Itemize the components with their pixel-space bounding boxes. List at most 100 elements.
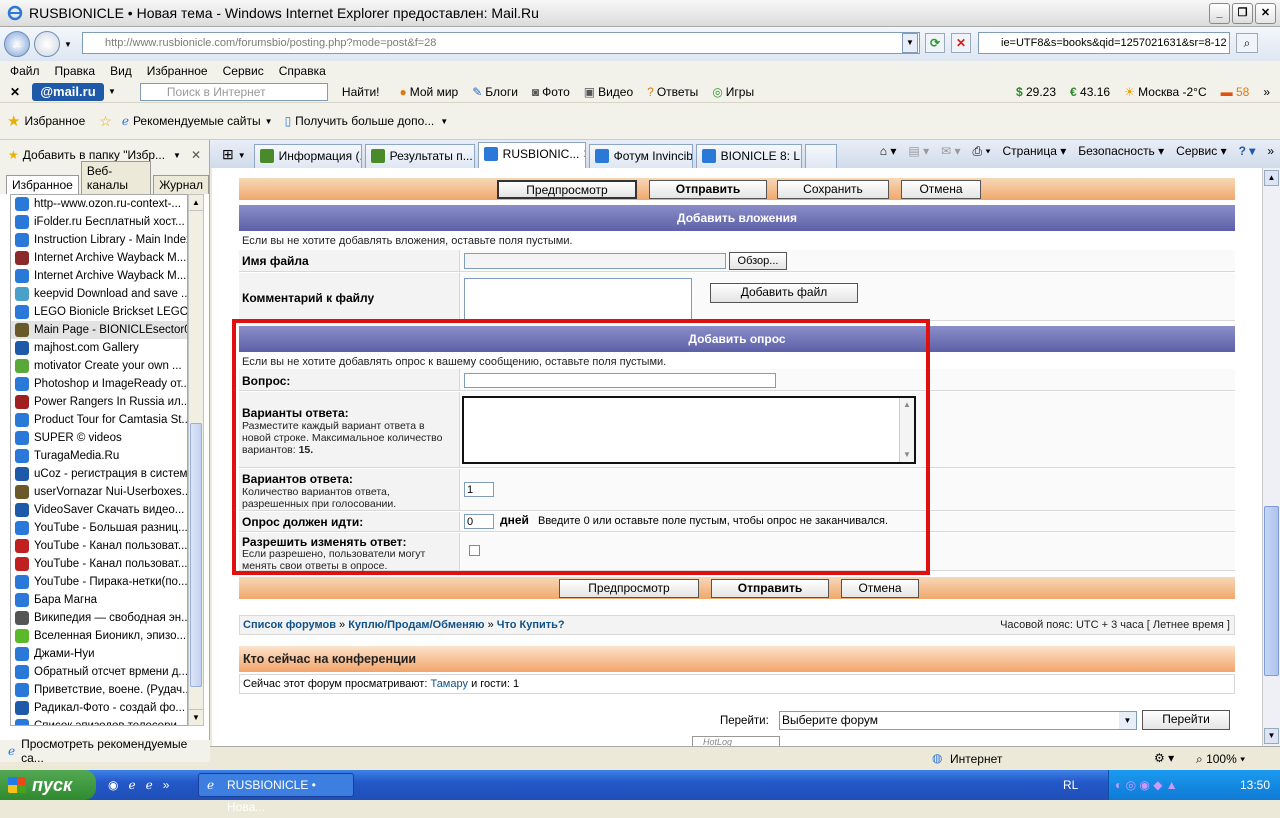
favorite-item[interactable]: Photoshop и ImageReady от... <box>11 375 187 393</box>
back-button[interactable]: ← <box>4 31 30 57</box>
breadcrumb-category[interactable]: Куплю/Продам/Обменяю <box>348 619 484 631</box>
suggested-dropdown-icon[interactable]: ▼ <box>265 117 273 126</box>
menu-favorites[interactable]: Избранное <box>147 64 208 78</box>
preview-button[interactable]: Предпросмотр <box>497 180 637 199</box>
quicklaunch-more-icon[interactable]: » <box>163 778 170 792</box>
mail-icon[interactable]: ✉ ▾ <box>941 144 960 159</box>
rss-icon[interactable]: ▤ ▾ <box>908 144 929 159</box>
favorite-item[interactable]: Instruction Library - Main Index <box>11 231 187 249</box>
print-icon[interactable]: ⎙ ▾ <box>973 144 991 159</box>
zoom-level[interactable]: ⌕ 100% ▾ <box>1196 752 1245 767</box>
favorite-item[interactable]: Джами-Нуи <box>11 645 187 663</box>
favorite-item[interactable]: majhost.com Gallery <box>11 339 187 357</box>
ie-quicklaunch-icon[interactable]: ℯ <box>128 778 135 792</box>
favorite-item[interactable]: Приветствие, воене. (Рудач... <box>11 681 187 699</box>
ie-quicklaunch-icon-2[interactable]: ℯ <box>146 778 153 792</box>
sidebar-tab-favorites[interactable]: Избранное <box>6 175 79 194</box>
get-addons-link[interactable]: Получить больше допо... <box>295 114 434 128</box>
stop-icon[interactable]: ✕ <box>951 33 971 53</box>
favorite-item[interactable]: Список эпизодов телесери... <box>11 717 187 725</box>
tray-icons[interactable]: ◐ ◎ ◉ ◆ ▲ <box>1115 770 1178 800</box>
favorite-item[interactable]: YouTube - Пирака-нетки(по... <box>11 573 187 591</box>
address-dropdown-icon[interactable]: ▼ <box>902 33 918 53</box>
new-tab-button[interactable] <box>804 144 837 168</box>
menu-edit[interactable]: Правка <box>55 64 96 78</box>
tab-fotum[interactable]: Фотум Invincib... <box>588 144 693 168</box>
search-input[interactable]: ie=UTF8&s=books&qid=1257021631&sr=8-12 <box>978 32 1230 54</box>
favorite-item[interactable]: YouTube - Большая разниц... <box>11 519 187 537</box>
sidebar-close-icon[interactable]: ✕ <box>191 148 201 162</box>
photo-link[interactable]: ◙ Фото <box>532 85 570 99</box>
menu-tools[interactable]: Сервис <box>223 64 264 78</box>
sidebar-tab-feeds[interactable]: Веб-каналы <box>80 161 152 194</box>
forward-button[interactable]: → <box>34 31 60 57</box>
page-scrollbar[interactable]: ▲ ▼ <box>1262 168 1280 746</box>
tab-list-dropdown-icon[interactable]: ▼ <box>238 151 246 160</box>
addons-dropdown-icon[interactable]: ▼ <box>440 117 448 126</box>
favorite-item[interactable]: Радикал-Фото - создай фо... <box>11 699 187 717</box>
favorite-item[interactable]: Википедия — свободная эн... <box>11 609 187 627</box>
add-favorite-icon[interactable]: ☆ <box>99 113 112 130</box>
tools-menu[interactable]: Сервис ▾ <box>1176 144 1226 159</box>
jump-button[interactable]: Перейти <box>1142 710 1230 730</box>
media-player-icon[interactable]: ◉ <box>108 778 118 792</box>
submit-button-bottom[interactable]: Отправить <box>711 579 829 598</box>
toolbar-close-icon[interactable]: ✕ <box>10 85 20 99</box>
maximize-button[interactable]: ❐ <box>1232 3 1253 24</box>
favorite-item[interactable]: VideoSaver Скачать видео... <box>11 501 187 519</box>
favorite-item[interactable]: motivator Create your own ... <box>11 357 187 375</box>
favorite-item[interactable]: Бара Магна <box>11 591 187 609</box>
refresh-icon[interactable]: ⟳ <box>925 33 945 53</box>
breadcrumb-forum-list[interactable]: Список форумов <box>243 619 336 631</box>
page-menu[interactable]: Страница ▾ <box>1003 144 1067 159</box>
weather[interactable]: ☀ Москва -2°C <box>1124 85 1207 99</box>
favorite-item[interactable]: http--www.ozon.ru-context-... <box>11 195 187 213</box>
home-icon[interactable]: ⌂ ▾ <box>880 144 897 159</box>
sidebar-scrollbar[interactable]: ▲ ▼ <box>188 194 204 726</box>
add-to-folder-button[interactable]: Добавить в папку "Избр... <box>23 148 165 162</box>
tab-info[interactable]: Информация (... <box>253 144 362 168</box>
history-dropdown-icon[interactable]: ▼ <box>64 40 72 49</box>
protected-mode-icon[interactable]: ⚙ ▾ <box>1154 751 1174 765</box>
jump-forum-select[interactable]: Выберите форум ▼ <box>779 711 1137 730</box>
favorites-star-icon[interactable]: ★ <box>7 112 20 130</box>
tab-results[interactable]: Результаты п... <box>364 144 475 168</box>
favorite-item[interactable]: Internet Archive Wayback M... <box>11 249 187 267</box>
start-button[interactable]: пуск <box>0 770 96 800</box>
search-go-icon[interactable]: ⌕ <box>1236 33 1258 53</box>
sidebar-tab-history[interactable]: Журнал <box>153 175 209 194</box>
answers-link[interactable]: ? Ответы <box>647 85 698 99</box>
file-comment-textarea[interactable] <box>464 278 692 320</box>
favorite-item[interactable]: YouTube - Канал пользоват... <box>11 537 187 555</box>
favorite-item[interactable]: Main Page - BIONICLEsector01 <box>11 321 187 339</box>
favorite-item[interactable]: iFolder.ru Бесплатный хост... <box>11 213 187 231</box>
favorite-item[interactable]: Power Rangers In Russia ил... <box>11 393 187 411</box>
my-world-link[interactable]: ● Мой мир <box>400 85 459 99</box>
browse-button[interactable]: Обзор... <box>729 252 787 270</box>
games-link[interactable]: ◎ Игры <box>712 85 754 99</box>
language-indicator[interactable]: RL <box>1063 770 1078 800</box>
traffic[interactable]: ▬ 58 <box>1221 85 1250 99</box>
favorite-item[interactable]: userVornazar Nui-Userboxes... <box>11 483 187 501</box>
favorite-item[interactable]: uCoz - регистрация в системе <box>11 465 187 483</box>
eur-rate[interactable]: € 43.16 <box>1070 85 1110 99</box>
chevron-right-icon[interactable]: » <box>1263 85 1270 99</box>
taskbar-ie-window[interactable]: ℯ RUSBIONICLE • Нова... <box>198 773 354 814</box>
video-link[interactable]: ▣ Видео <box>584 85 633 99</box>
menu-help[interactable]: Справка <box>279 64 326 78</box>
find-button[interactable]: Найти! <box>342 85 380 99</box>
minimize-button[interactable]: _ <box>1209 3 1230 24</box>
mailru-logo[interactable]: @mail.ru <box>32 82 104 101</box>
mailru-search-input[interactable]: Поиск в Интернет <box>139 82 328 101</box>
blogs-link[interactable]: ✎ Блоги <box>472 85 518 99</box>
tab-rusbionicle[interactable]: RUSBIONIC... ✕ <box>477 142 586 168</box>
close-window-button[interactable]: ✕ <box>1255 3 1276 24</box>
favorite-item[interactable]: Internet Archive Wayback M... <box>11 267 187 285</box>
quick-tabs-icon[interactable]: ⊞ <box>222 146 234 163</box>
add-file-button[interactable]: Добавить файл <box>710 283 858 303</box>
logo-dropdown-icon[interactable]: ▼ <box>108 87 116 96</box>
cancel-button[interactable]: Отмена <box>901 180 981 199</box>
favorites-button[interactable]: Избранное <box>24 114 85 128</box>
save-button[interactable]: Сохранить <box>777 180 889 199</box>
favorite-item[interactable]: TuragaMedia.Ru <box>11 447 187 465</box>
